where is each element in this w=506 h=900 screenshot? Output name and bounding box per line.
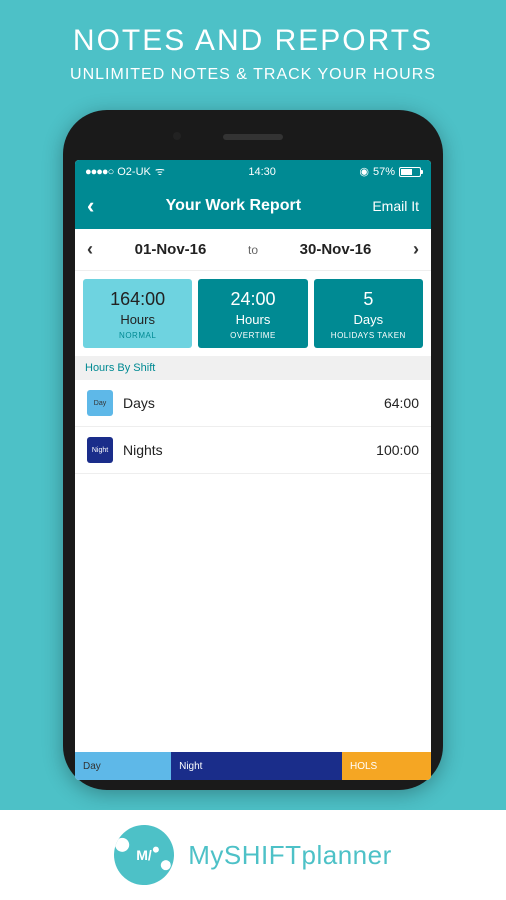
legend-bar: Day Night HOLS — [75, 752, 431, 780]
date-end[interactable]: 30-Nov-16 — [300, 241, 372, 258]
carrier-label: O2-UK — [117, 166, 151, 178]
holidays-label: HOLIDAYS TAKEN — [318, 331, 419, 340]
promo-subtitle: UNLIMITED NOTES & TRACK YOUR HOURS — [20, 66, 486, 84]
promo-header: NOTES AND REPORTS UNLIMITED NOTES & TRAC… — [0, 0, 506, 100]
normal-unit: Hours — [87, 312, 188, 327]
normal-label: NORMAL — [87, 331, 188, 340]
shift-hours: 100:00 — [376, 442, 419, 458]
battery-sync-icon: ◉ — [359, 165, 369, 178]
shift-row-nights[interactable]: Night Nights 100:00 — [75, 427, 431, 474]
brand-logo-icon: M/ — [106, 817, 183, 894]
phone-speaker — [223, 134, 283, 140]
shift-name: Days — [123, 395, 384, 411]
shift-name: Nights — [123, 442, 376, 458]
normal-value: 164:00 — [87, 289, 188, 310]
date-start[interactable]: 01-Nov-16 — [135, 241, 207, 258]
date-to-label: to — [248, 243, 258, 257]
status-right: ◉ 57% — [359, 165, 421, 178]
section-header: Hours By Shift — [75, 356, 431, 380]
nav-bar: ‹ Your Work Report Email It — [75, 183, 431, 229]
summary-cards: 164:00 Hours NORMAL 24:00 Hours OVERTIME… — [75, 271, 431, 356]
overtime-label: OVERTIME — [202, 331, 303, 340]
promo-title: NOTES AND REPORTS — [20, 24, 486, 58]
holidays-card[interactable]: 5 Days HOLIDAYS TAKEN — [314, 279, 423, 348]
brand-footer: M/ MySHIFTplanner — [0, 810, 506, 900]
legend-night[interactable]: Night — [171, 752, 342, 780]
status-bar: ●●●●○ O2-UK ᯤ 14:30 ◉ 57% — [75, 160, 431, 183]
prev-date-button[interactable]: ‹ — [87, 239, 93, 260]
legend-day[interactable]: Day — [75, 752, 171, 780]
brand-name: MySHIFTplanner — [188, 840, 392, 871]
holidays-value: 5 — [318, 289, 419, 310]
shift-hours: 64:00 — [384, 395, 419, 411]
wifi-icon: ᯤ — [155, 164, 165, 179]
overtime-hours-card[interactable]: 24:00 Hours OVERTIME — [198, 279, 307, 348]
normal-hours-card[interactable]: 164:00 Hours NORMAL — [83, 279, 192, 348]
content-area — [75, 474, 431, 752]
signal-icon: ●●●●○ — [85, 166, 113, 178]
back-button[interactable]: ‹ — [87, 193, 94, 219]
status-left: ●●●●○ O2-UK ᯤ — [85, 164, 165, 179]
email-button[interactable]: Email It — [372, 198, 419, 214]
legend-hols[interactable]: HOLS — [342, 752, 431, 780]
date-range-picker: ‹ 01-Nov-16 to 30-Nov-16 › — [75, 229, 431, 271]
next-date-button[interactable]: › — [413, 239, 419, 260]
status-time: 14:30 — [248, 166, 276, 178]
shift-row-days[interactable]: Day Days 64:00 — [75, 380, 431, 427]
holidays-unit: Days — [318, 312, 419, 327]
app-screen: ●●●●○ O2-UK ᯤ 14:30 ◉ 57% ‹ Your Work Re… — [75, 160, 431, 780]
overtime-unit: Hours — [202, 312, 303, 327]
day-badge-icon: Day — [87, 390, 113, 416]
phone-frame: ●●●●○ O2-UK ᯤ 14:30 ◉ 57% ‹ Your Work Re… — [63, 110, 443, 790]
battery-percent: 57% — [373, 166, 395, 178]
page-title: Your Work Report — [166, 197, 301, 215]
night-badge-icon: Night — [87, 437, 113, 463]
brand-logo-text: M/ — [136, 847, 152, 863]
battery-icon — [399, 167, 421, 177]
overtime-value: 24:00 — [202, 289, 303, 310]
phone-sensor — [173, 132, 181, 140]
